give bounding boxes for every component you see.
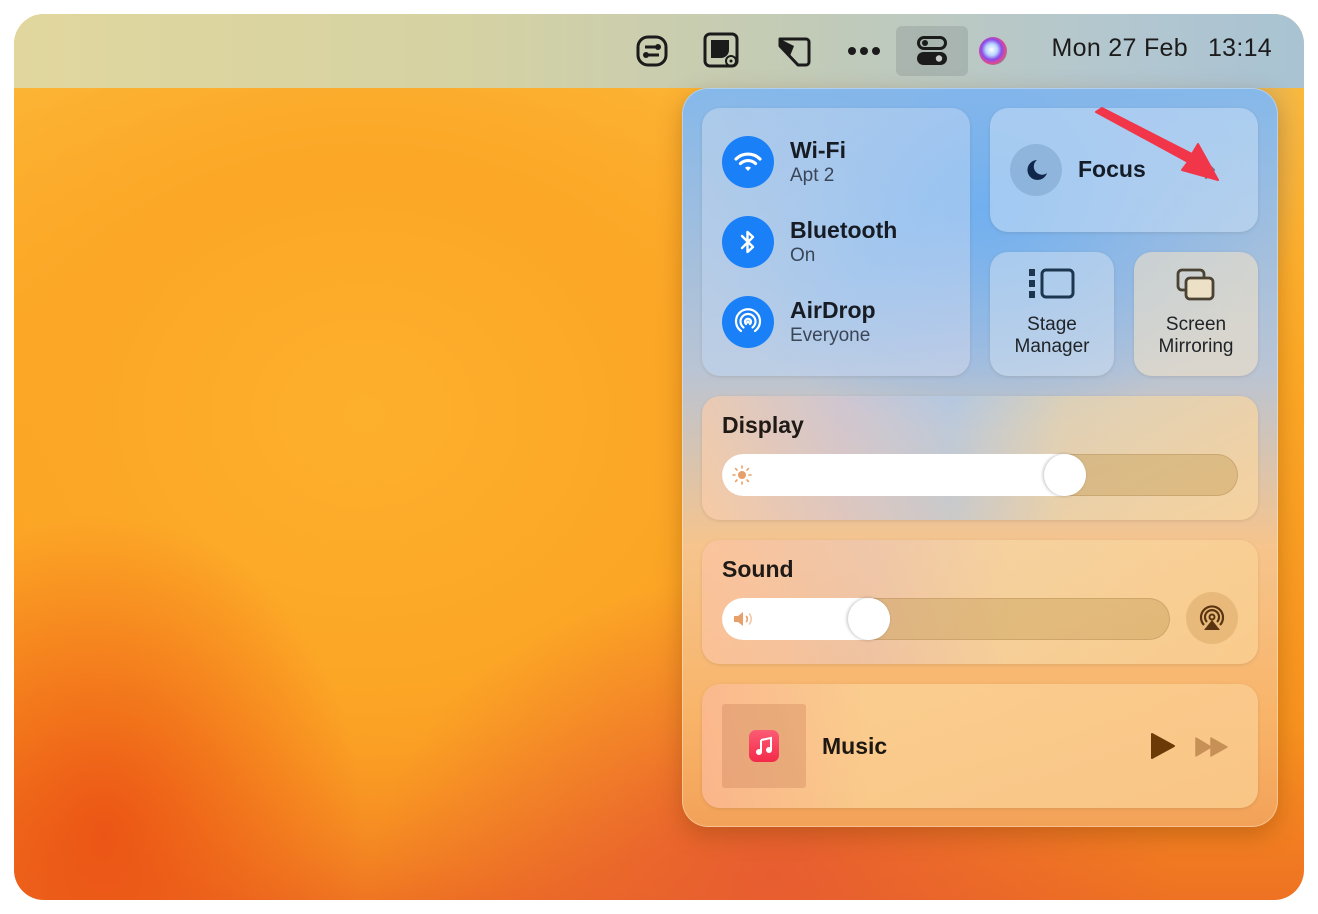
screen-mirroring-label-line2: Mirroring — [1158, 336, 1234, 357]
album-artwork[interactable] — [722, 704, 806, 788]
airdrop-visibility: Everyone — [790, 324, 871, 346]
brightness-slider[interactable] — [722, 454, 1238, 496]
display-tile: Display — [702, 396, 1258, 520]
wifi-icon[interactable] — [722, 136, 774, 188]
brightness-slider-fill — [722, 454, 1087, 496]
shortcuts-toggle-icon[interactable] — [632, 31, 672, 71]
bluetooth-icon[interactable] — [722, 216, 774, 268]
now-playing-app-label: Music — [822, 733, 888, 759]
fast-forward-button[interactable] — [1194, 736, 1230, 758]
screen-mirroring-icon — [1134, 268, 1258, 304]
moon-icon[interactable] — [1010, 144, 1062, 196]
speaker-icon — [732, 609, 752, 629]
chevron-right-icon[interactable] — [1200, 158, 1220, 182]
music-app-icon — [749, 730, 779, 762]
menu-bar-clock[interactable]: Mon 27 Feb 13:14 — [1052, 34, 1272, 63]
bluetooth-item[interactable]: Bluetooth On — [722, 216, 897, 268]
stage-manager-label-line1: Stage — [1027, 314, 1077, 335]
control-center-icon[interactable] — [896, 26, 968, 76]
airplay-audio-button[interactable] — [1186, 592, 1238, 644]
tag-label-icon[interactable] — [774, 31, 814, 71]
fast-forward-icon — [1195, 737, 1228, 757]
stage-manager-label-line2: Manager — [1014, 336, 1090, 357]
brightness-slider-knob[interactable] — [1044, 454, 1087, 496]
wifi-title: Wi-Fi — [790, 136, 846, 163]
display-title: Display — [722, 412, 804, 438]
screenshot-capture-icon[interactable] — [702, 31, 742, 71]
airdrop-item[interactable]: AirDrop Everyone — [722, 296, 876, 348]
bluetooth-title: Bluetooth — [790, 216, 898, 243]
screen-mirroring-label: Screen Mirroring — [1134, 314, 1258, 358]
screen-mirroring-label-line1: Screen — [1165, 314, 1227, 335]
airdrop-title: AirDrop — [790, 296, 876, 323]
siri-icon[interactable] — [973, 31, 1013, 71]
more-ellipsis-icon[interactable] — [844, 31, 884, 71]
play-icon — [1151, 733, 1175, 759]
sound-tile: Sound — [702, 540, 1258, 664]
wifi-network-name: Apt 2 — [790, 164, 835, 186]
time-text: 13:14 — [1207, 34, 1272, 62]
date-text: Mon 27 Feb — [1051, 34, 1188, 62]
stage-manager-button[interactable]: Stage Manager — [990, 252, 1114, 376]
bluetooth-status: On — [790, 244, 816, 266]
sun-icon — [732, 465, 752, 485]
airplay-audio-icon — [1199, 605, 1225, 630]
now-playing-tile: Music — [702, 684, 1258, 808]
focus-tile[interactable]: Focus — [990, 108, 1258, 232]
volume-slider[interactable] — [722, 598, 1170, 640]
wifi-item[interactable]: Wi-Fi Apt 2 — [722, 136, 846, 188]
sound-title: Sound — [722, 556, 794, 582]
airdrop-icon[interactable] — [722, 296, 774, 348]
play-button[interactable] — [1148, 732, 1176, 760]
focus-label: Focus — [1078, 156, 1146, 182]
connectivity-tile: Wi-Fi Apt 2 Bluetooth On AirDrop Everyon… — [702, 108, 970, 376]
screen-mirroring-button[interactable]: Screen Mirroring — [1134, 252, 1258, 376]
menu-bar: Mon 27 Feb 13:14 — [14, 14, 1304, 88]
volume-slider-knob[interactable] — [847, 598, 890, 640]
stage-manager-label: Stage Manager — [990, 314, 1114, 358]
control-center-panel: Wi-Fi Apt 2 Bluetooth On AirDrop Everyon… — [682, 88, 1278, 827]
stage-manager-icon — [990, 268, 1114, 304]
